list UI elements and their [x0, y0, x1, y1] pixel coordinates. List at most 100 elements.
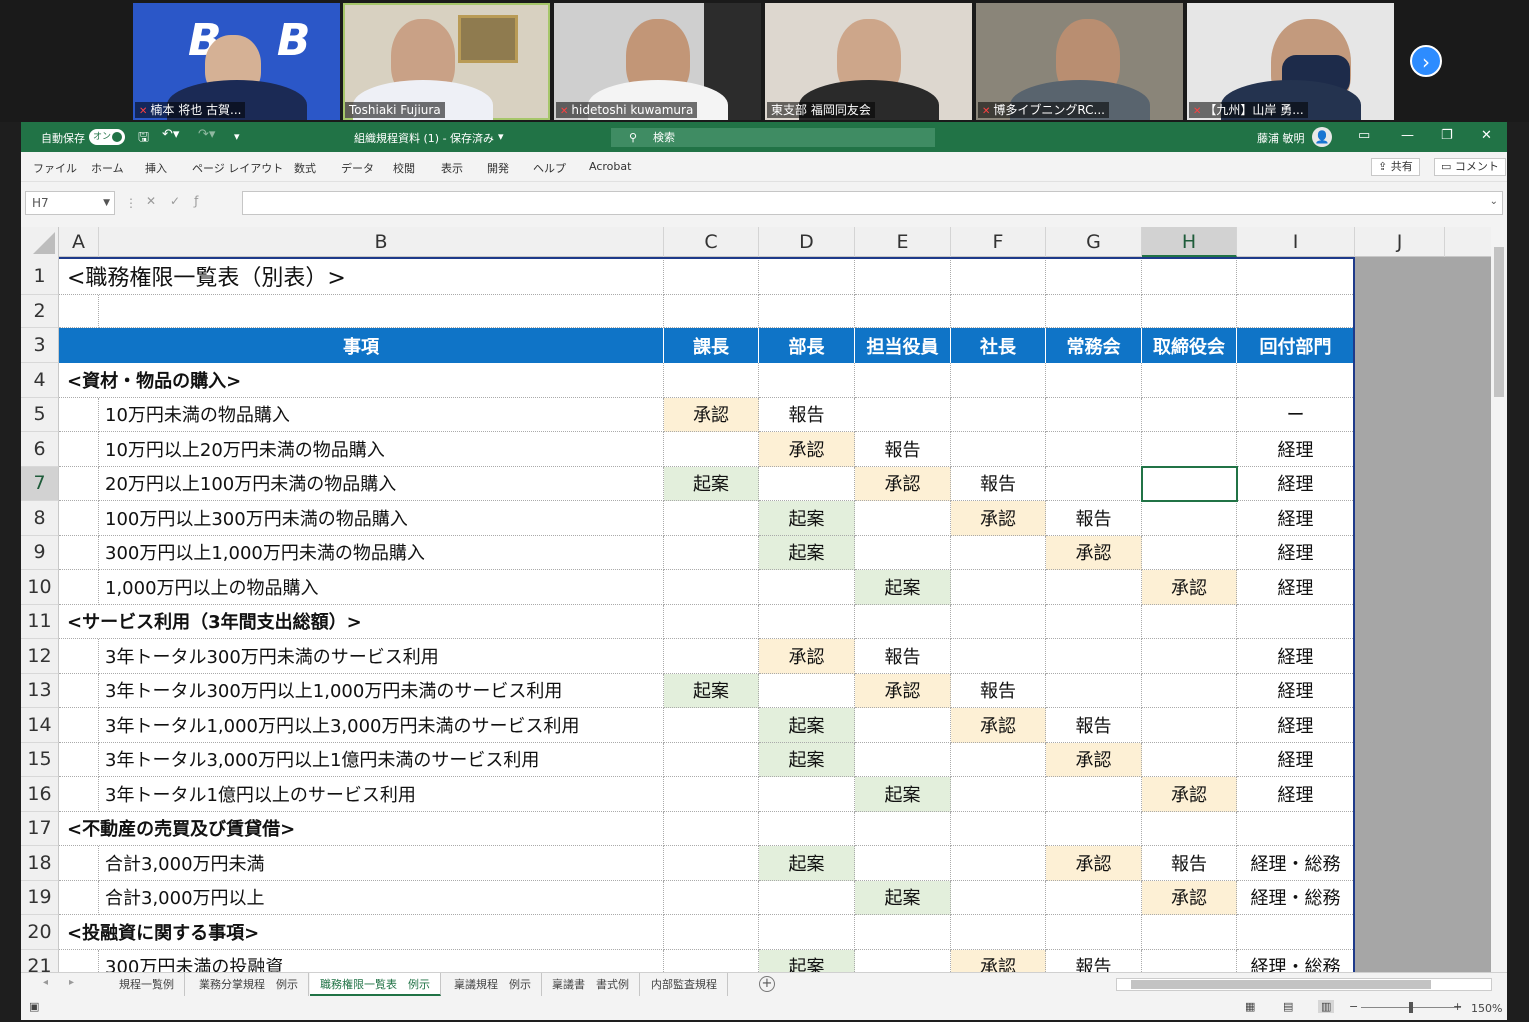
cell-h[interactable]: [1142, 708, 1237, 743]
cell-g[interactable]: [1046, 466, 1142, 501]
cell-i[interactable]: 経理・総務: [1237, 949, 1355, 972]
row-header[interactable]: 1: [21, 257, 59, 295]
cell-d[interactable]: 起案: [759, 846, 855, 881]
cell-h[interactable]: [1142, 535, 1237, 570]
cell[interactable]: [59, 639, 99, 674]
cell-i[interactable]: 経理: [1237, 570, 1355, 605]
cell-e[interactable]: 報告: [855, 639, 951, 674]
cell[interactable]: [59, 397, 99, 432]
cell-g[interactable]: 承認: [1046, 846, 1142, 881]
cell[interactable]: [1142, 811, 1237, 846]
participant-tile[interactable]: ✕ hidetoshi kuwamura: [554, 3, 761, 120]
cell[interactable]: [759, 915, 855, 950]
cell-e[interactable]: 承認: [855, 673, 951, 708]
cell-e[interactable]: 起案: [855, 777, 951, 812]
cell-e[interactable]: 報告: [855, 432, 951, 467]
cell-g[interactable]: [1046, 570, 1142, 605]
row-header[interactable]: 5: [21, 397, 59, 432]
redo-icon[interactable]: ↷▾: [198, 127, 215, 142]
header-i[interactable]: 回付部門: [1237, 328, 1355, 363]
column-header-i[interactable]: I: [1237, 227, 1355, 257]
cell[interactable]: [59, 501, 99, 536]
cell-g[interactable]: [1046, 432, 1142, 467]
cell[interactable]: [1237, 604, 1355, 639]
cell-h[interactable]: [1142, 501, 1237, 536]
cell[interactable]: [1237, 363, 1355, 398]
customize-qat-icon[interactable]: ▾: [234, 130, 240, 143]
cell-i[interactable]: 経理・総務: [1237, 846, 1355, 881]
header-item[interactable]: 事項: [59, 328, 664, 363]
cell-f[interactable]: [951, 880, 1046, 915]
cell-d[interactable]: [759, 777, 855, 812]
menu-view[interactable]: 表示: [441, 160, 463, 176]
item-label[interactable]: 合計3,000万円以上: [99, 880, 664, 915]
cell-f[interactable]: [951, 777, 1046, 812]
menu-page-layout[interactable]: ページ レイアウト: [192, 160, 283, 176]
cell[interactable]: [664, 363, 759, 398]
cell-i[interactable]: 経理: [1237, 432, 1355, 467]
row-header[interactable]: 8: [21, 501, 59, 536]
cell[interactable]: [1237, 257, 1355, 295]
cell-e[interactable]: [855, 846, 951, 881]
column-header-h[interactable]: H: [1142, 227, 1237, 257]
cell[interactable]: [1046, 295, 1142, 328]
cell[interactable]: [1237, 915, 1355, 950]
section-heading[interactable]: <サービス利用（3年間支出総額）>: [59, 604, 664, 639]
row-header[interactable]: 21: [21, 949, 59, 972]
cell-f[interactable]: [951, 639, 1046, 674]
cell-f[interactable]: [951, 846, 1046, 881]
cell[interactable]: [1142, 257, 1237, 295]
item-label[interactable]: 20万円以上100万円未満の物品購入: [99, 466, 664, 501]
cell[interactable]: [59, 846, 99, 881]
row-header[interactable]: 9: [21, 535, 59, 570]
item-label[interactable]: 合計3,000万円未満: [99, 846, 664, 881]
sheet-tab[interactable]: 内部監査規程: [641, 973, 728, 996]
cell-c[interactable]: [664, 880, 759, 915]
cell[interactable]: [1237, 295, 1355, 328]
cell-h[interactable]: [1142, 397, 1237, 432]
column-header-g[interactable]: G: [1046, 227, 1142, 257]
cell-g[interactable]: 報告: [1046, 949, 1142, 972]
participant-tile[interactable]: Toshiaki Fujiura: [343, 3, 550, 120]
item-label[interactable]: 3年トータル3,000万円以上1億円未満のサービス利用: [99, 742, 664, 777]
cell[interactable]: [951, 257, 1046, 295]
restore-icon[interactable]: ❐: [1441, 128, 1453, 143]
cell[interactable]: [1046, 811, 1142, 846]
page-break-view-icon[interactable]: ▥: [1318, 1000, 1335, 1013]
sheet-title[interactable]: <職務権限一覧表（別表）>: [59, 257, 664, 295]
cell-e[interactable]: [855, 742, 951, 777]
scroll-left-icon[interactable]: ◂: [43, 977, 48, 988]
avatar-icon[interactable]: 👤: [1312, 127, 1332, 147]
cell-h[interactable]: [1142, 639, 1237, 674]
cell-c[interactable]: [664, 777, 759, 812]
cell[interactable]: [1237, 811, 1355, 846]
row-header[interactable]: 13: [21, 673, 59, 708]
scroll-thumb[interactable]: [1494, 247, 1504, 397]
cell[interactable]: [855, 363, 951, 398]
scroll-right-icon[interactable]: ▸: [69, 977, 74, 988]
header-g[interactable]: 常務会: [1046, 328, 1142, 363]
cell[interactable]: [59, 742, 99, 777]
cell-c[interactable]: 起案: [664, 466, 759, 501]
cell-i[interactable]: 経理: [1237, 466, 1355, 501]
column-header-e[interactable]: E: [855, 227, 951, 257]
item-label[interactable]: 3年トータル1億円以上のサービス利用: [99, 777, 664, 812]
row-header[interactable]: 20: [21, 915, 59, 950]
cell-f[interactable]: 承認: [951, 708, 1046, 743]
macro-record-icon[interactable]: ▣: [29, 1000, 39, 1013]
cell-f[interactable]: [951, 432, 1046, 467]
zoom-slider-thumb[interactable]: [1409, 1002, 1413, 1013]
cell[interactable]: [664, 295, 759, 328]
cell[interactable]: [99, 295, 664, 328]
row-header[interactable]: 17: [21, 811, 59, 846]
cell[interactable]: [664, 915, 759, 950]
cell[interactable]: [59, 880, 99, 915]
column-header-d[interactable]: D: [759, 227, 855, 257]
cell-c[interactable]: [664, 570, 759, 605]
name-box[interactable]: H7 ▼: [25, 191, 115, 215]
column-header-b[interactable]: B: [99, 227, 664, 257]
item-label[interactable]: 3年トータル1,000万円以上3,000万円未満のサービス利用: [99, 708, 664, 743]
cell-d[interactable]: 報告: [759, 397, 855, 432]
cell-f[interactable]: [951, 535, 1046, 570]
cell[interactable]: [951, 811, 1046, 846]
